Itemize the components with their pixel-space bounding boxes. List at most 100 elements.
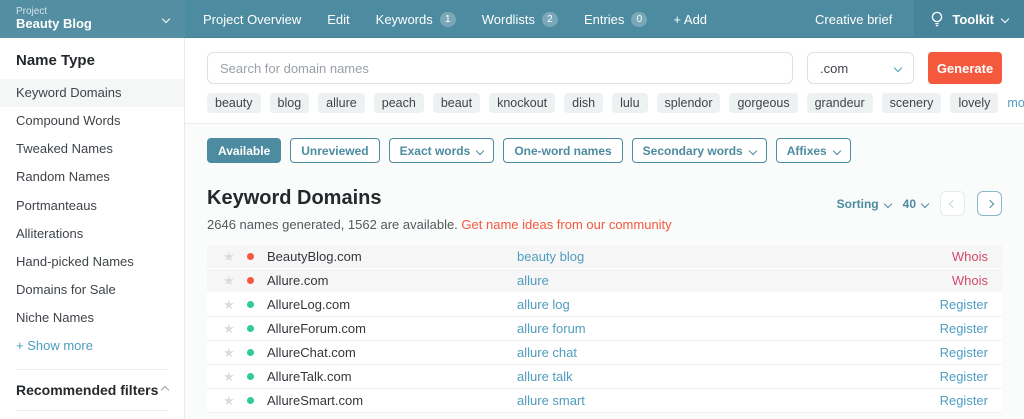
creative-brief-link[interactable]: Creative brief <box>793 0 914 38</box>
page-size-value: 40 <box>903 197 916 211</box>
nav-item-entries[interactable]: Entries0 <box>584 12 647 27</box>
whois-link[interactable]: Whois <box>952 273 988 288</box>
keyword-chip-allure[interactable]: allure <box>318 93 365 113</box>
show-more-link[interactable]: + Show more <box>0 332 184 359</box>
sidebar-item-domains-for-sale[interactable]: Domains for Sale <box>0 276 184 304</box>
table-row: ★ Allure.comallureWhois <box>207 269 1002 293</box>
keyword-chip-lulu[interactable]: lulu <box>612 93 647 113</box>
keyword-link[interactable]: allure forum <box>517 321 940 336</box>
search-input[interactable] <box>207 52 793 84</box>
sidebar-item-niche-names[interactable]: Niche Names <box>0 304 184 332</box>
results-summary: 2646 names generated, 1562 are available… <box>207 217 672 232</box>
keyword-chips: beauty blog allure peach beaut knockout dishlu… <box>207 93 1002 113</box>
sidebar-item-compound-words[interactable]: Compound Words <box>0 107 184 135</box>
keyword-link[interactable]: allure chat <box>517 345 940 360</box>
toolkit-label: Toolkit <box>952 12 994 27</box>
domain-name: Allure.com <box>267 273 517 288</box>
register-link[interactable]: Register <box>940 345 988 360</box>
availability-dot-icon <box>247 277 267 284</box>
generate-button[interactable]: Generate <box>928 52 1002 84</box>
register-link[interactable]: Register <box>940 393 988 408</box>
filter-button-exact-words[interactable]: Exact words <box>389 138 495 163</box>
filter-button-one-word-names[interactable]: One-word names <box>503 138 622 163</box>
sidebar-item-keyword-domains[interactable]: Keyword Domains <box>0 79 184 107</box>
chevron-down-icon <box>921 199 929 207</box>
project-selector[interactable]: Project Beauty Blog <box>0 0 185 38</box>
keyword-chip-beaut[interactable]: beaut <box>433 93 480 113</box>
tld-select[interactable]: .com <box>807 52 914 84</box>
keyword-chip-splendor[interactable]: splendor <box>657 93 721 113</box>
sidebar-item-tweaked-names[interactable]: Tweaked Names <box>0 135 184 163</box>
prev-page-button[interactable] <box>940 191 965 216</box>
project-texts: Project Beauty Blog <box>16 6 92 32</box>
search-row: .com Generate <box>207 52 1002 84</box>
sidebar-heading: Name Type <box>0 52 184 79</box>
nav-item-edit[interactable]: Edit <box>327 12 349 27</box>
keyword-chip-blog[interactable]: blog <box>270 93 310 113</box>
topbar: Project Beauty Blog Project Overview Edit… <box>0 0 1024 38</box>
community-link[interactable]: Get name ideas from our community <box>461 217 671 232</box>
next-page-button[interactable] <box>977 191 1002 216</box>
keyword-chip-scenery[interactable]: scenery <box>882 93 942 113</box>
table-row: ★AllureForum.comallure forumRegister <box>207 317 1002 341</box>
keyword-chip-beauty[interactable]: beauty <box>207 93 261 113</box>
chevron-down-icon <box>1001 15 1009 23</box>
sidebar-item-alliterations[interactable]: Alliterations <box>0 220 184 248</box>
sidebar-item-portmanteaus[interactable]: Portmanteaus <box>0 192 184 220</box>
keyword-link[interactable]: beauty blog <box>517 249 952 264</box>
nav-item-project-overview[interactable]: Project Overview <box>203 12 301 27</box>
keyword-link[interactable]: allure smart <box>517 393 940 408</box>
sidebar-item-hand-picked-names[interactable]: Hand-picked Names <box>0 248 184 276</box>
keyword-chip-grandeur[interactable]: grandeur <box>807 93 873 113</box>
filter-button-affixes[interactable]: Affixes <box>776 138 851 163</box>
favorite-star-icon[interactable]: ★ <box>223 250 247 263</box>
chevron-down-icon <box>748 146 756 154</box>
domain-name: BeautyBlog.com <box>267 249 517 264</box>
keyword-chip-dish[interactable]: dish <box>564 93 603 113</box>
page-size-dropdown[interactable]: 40 <box>903 197 928 211</box>
keyword-chip-lovely[interactable]: lovely <box>950 93 998 113</box>
favorite-star-icon[interactable]: ★ <box>223 322 247 335</box>
favorite-star-icon[interactable]: ★ <box>223 274 247 287</box>
nav-item-add[interactable]: + Add <box>673 12 707 27</box>
filter-label: Unreviewed <box>301 144 368 158</box>
more-keywords-link[interactable]: more... <box>1007 96 1024 110</box>
filter-button-available[interactable]: Available <box>207 138 281 163</box>
sorting-label: Sorting <box>837 197 879 211</box>
sorting-dropdown[interactable]: Sorting <box>837 197 891 211</box>
favorite-star-icon[interactable]: ★ <box>223 370 247 383</box>
sidebar-divider <box>16 410 168 411</box>
keyword-link[interactable]: allure talk <box>517 369 940 384</box>
whois-link[interactable]: Whois <box>952 249 988 264</box>
nav-item-label: Entries <box>584 12 624 27</box>
sidebar-item-random-names[interactable]: Random Names <box>0 163 184 191</box>
filter-button-unreviewed[interactable]: Unreviewed <box>290 138 379 163</box>
chevron-left-icon <box>948 199 956 207</box>
toolkit-button[interactable]: Toolkit <box>914 0 1024 38</box>
keyword-chip-gorgeous[interactable]: gorgeous <box>729 93 797 113</box>
nav-item-keywords[interactable]: Keywords1 <box>376 12 456 27</box>
register-link[interactable]: Register <box>940 321 988 336</box>
favorite-star-icon[interactable]: ★ <box>223 298 247 311</box>
filter-button-secondary-words[interactable]: Secondary words <box>632 138 767 163</box>
filter-label: Affixes <box>787 144 827 158</box>
register-link[interactable]: Register <box>940 369 988 384</box>
chevron-down-icon <box>476 146 484 154</box>
recommended-filters-toggle[interactable]: Recommended filters <box>0 380 184 400</box>
chevron-right-icon <box>985 199 993 207</box>
availability-dot-icon <box>247 373 267 380</box>
name-type-list: Keyword DomainsCompound WordsTweaked Nam… <box>0 79 184 332</box>
register-link[interactable]: Register <box>940 297 988 312</box>
keyword-link[interactable]: allure <box>517 273 952 288</box>
keyword-chip-peach[interactable]: peach <box>374 93 424 113</box>
keyword-link[interactable]: allure log <box>517 297 940 312</box>
favorite-star-icon[interactable]: ★ <box>223 346 247 359</box>
domains-table: ★ BeautyBlog.combeauty blogWhois ★ Allure.c… <box>207 245 1002 413</box>
nav-item-wordlists[interactable]: Wordlists2 <box>482 12 558 27</box>
lightbulb-icon <box>930 11 944 28</box>
filter-row: Available Unreviewed Exact words One-word n… <box>185 124 1024 175</box>
keyword-chip-knockout[interactable]: knockout <box>489 93 555 113</box>
table-row: ★ BeautyBlog.combeauty blogWhois <box>207 245 1002 269</box>
favorite-star-icon[interactable]: ★ <box>223 394 247 407</box>
nav-item-label: Keywords <box>376 12 433 27</box>
